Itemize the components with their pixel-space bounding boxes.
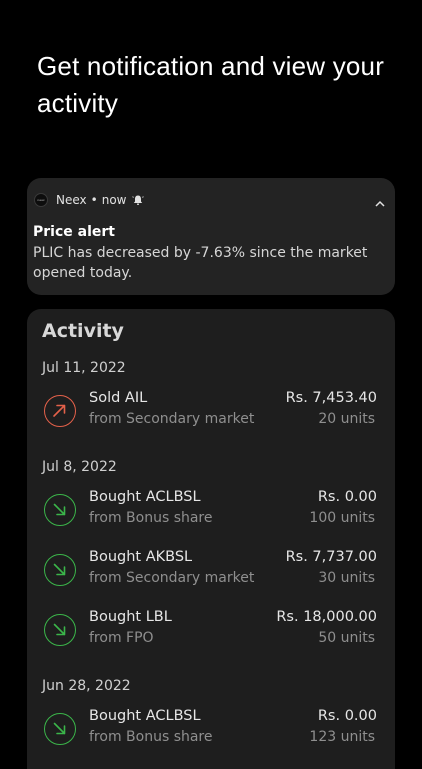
activity-row[interactable]: Bought AKBSL from Secondary market Rs. 7… xyxy=(27,549,395,591)
arrow-down-right-icon xyxy=(44,554,76,586)
notification-card[interactable]: neex Neex • now Price alert PLIC has dec… xyxy=(27,178,395,295)
transaction-amount: Rs. 7,453.40 xyxy=(285,390,377,406)
transaction-title: Bought ACLBSL xyxy=(89,489,201,505)
activity-row[interactable]: Bought LBL from FPO Rs. 18,000.00 50 uni… xyxy=(27,609,395,651)
activity-card: Activity Jul 11, 2022 Sold AIL from Seco… xyxy=(27,309,395,769)
arrow-down-right-icon xyxy=(44,494,76,526)
transaction-units: 30 units xyxy=(318,570,375,586)
notification-app-name: Neex xyxy=(56,193,87,207)
transaction-source: from Secondary market xyxy=(89,570,255,586)
transaction-amount: Rs. 18,000.00 xyxy=(276,609,377,625)
arrow-down-right-icon xyxy=(44,713,76,745)
transaction-units: 123 units xyxy=(309,729,375,745)
notification-separator: • xyxy=(90,193,98,207)
transaction-source: from Bonus share xyxy=(89,510,213,526)
headline: Get notification and view your activity xyxy=(37,51,385,118)
transaction-amount: Rs. 0.00 xyxy=(317,708,377,724)
transaction-source: from Secondary market xyxy=(89,411,255,427)
transaction-units: 50 units xyxy=(318,630,375,646)
notification-body: PLIC has decreased by -7.63% since the m… xyxy=(33,245,368,281)
transaction-source: from Bonus share xyxy=(89,729,213,745)
app-logo-icon: neex xyxy=(34,193,48,207)
transaction-title: Sold AIL xyxy=(89,390,148,406)
bell-icon xyxy=(132,194,145,206)
arrow-down-right-icon xyxy=(44,614,76,646)
activity-row[interactable]: Sold AIL from Secondary market Rs. 7,453… xyxy=(27,390,395,432)
chevron-up-icon[interactable] xyxy=(374,194,386,207)
activity-row[interactable]: Bought ACLBSL from Bonus share Rs. 0.00 … xyxy=(27,489,395,531)
transaction-amount: Rs. 0.00 xyxy=(317,489,377,505)
notification-time: now xyxy=(101,193,127,207)
transaction-title: Bought ACLBSL xyxy=(89,708,201,724)
activity-row[interactable]: Bought ACLBSL from Bonus share Rs. 0.00 … xyxy=(27,708,395,750)
activity-title: Activity xyxy=(42,320,124,342)
date-header: Jul 8, 2022 xyxy=(42,459,117,475)
arrow-up-right-icon xyxy=(44,395,76,427)
notification-header: neex Neex • now xyxy=(34,192,145,208)
notification-title: Price alert xyxy=(33,224,115,240)
transaction-title: Bought LBL xyxy=(89,609,172,625)
transaction-source: from FPO xyxy=(89,630,154,646)
date-header: Jul 11, 2022 xyxy=(42,360,126,376)
transaction-title: Bought AKBSL xyxy=(89,549,193,565)
date-header: Jun 28, 2022 xyxy=(42,678,131,694)
transaction-units: 100 units xyxy=(309,510,375,526)
transaction-units: 20 units xyxy=(318,411,375,427)
transaction-amount: Rs. 7,737.00 xyxy=(285,549,377,565)
